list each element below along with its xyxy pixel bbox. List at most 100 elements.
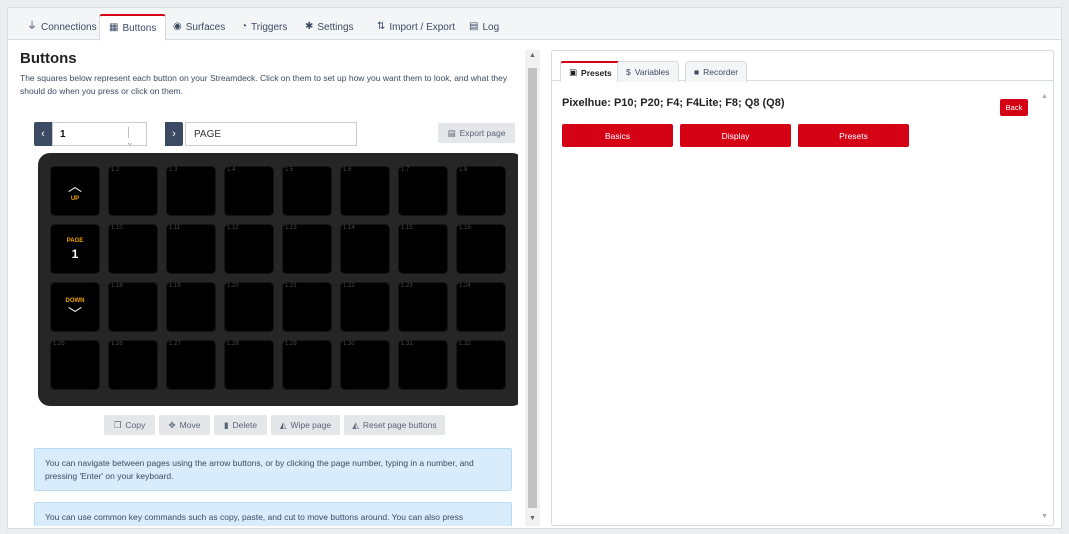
key-button[interactable]: 1.29 <box>282 340 332 390</box>
key-button[interactable]: 1.22 <box>340 282 390 332</box>
dollar-icon: $ <box>626 67 631 77</box>
scroll-down-icon[interactable]: ▼ <box>1041 513 1048 520</box>
app-window: ⏚ Connections ▦ Buttons ◉ Surfaces ◔ Tri… <box>7 7 1062 529</box>
reset-page-label: Reset page buttons <box>362 420 437 430</box>
key-number: 1.28 <box>227 341 239 347</box>
tab-label: Connections <box>41 21 97 33</box>
left-scrollbar[interactable]: ▲ ▼ <box>525 50 540 526</box>
key-button[interactable]: 1.20 <box>224 282 274 332</box>
key-down[interactable]: DOWN ﹀ <box>50 282 100 332</box>
key-button[interactable]: 1.16 <box>456 224 506 274</box>
reset-page-buttons-button[interactable]: ◭ Reset page buttons <box>344 415 445 435</box>
tab-connections[interactable]: ⏚ Connections <box>18 14 106 40</box>
scroll-up-icon[interactable]: ▲ <box>1041 93 1048 100</box>
wipe-page-button[interactable]: ◭ Wipe page <box>271 415 340 435</box>
key-number: 1.2 <box>111 167 120 173</box>
key-button[interactable]: 1.15 <box>398 224 448 274</box>
key-page[interactable]: PAGE 1 <box>50 224 100 274</box>
tab-surfaces[interactable]: ◉ Surfaces <box>164 14 234 40</box>
plug-icon: ⏚ <box>27 21 37 32</box>
key-button[interactable]: 1.30 <box>340 340 390 390</box>
key-button[interactable]: 1.2 <box>108 166 158 216</box>
key-button[interactable]: 1.25 <box>50 340 100 390</box>
chevron-down-icon[interactable]: │ ⌄ <box>126 127 134 148</box>
previous-page-button[interactable]: ‹ <box>34 122 52 146</box>
tab-import-export[interactable]: ⇅ Import / Export <box>368 14 464 40</box>
key-button[interactable]: 1.18 <box>108 282 158 332</box>
chevron-left-icon: ‹ <box>41 128 45 140</box>
video-icon: ■ <box>694 67 700 77</box>
chevron-right-icon: › <box>172 128 176 140</box>
key-button[interactable]: 1.19 <box>166 282 216 332</box>
key-number: 1.5 <box>285 167 294 173</box>
key-up[interactable]: ︿ UP <box>50 166 100 216</box>
tab-buttons[interactable]: ▦ Buttons <box>99 14 167 41</box>
move-button[interactable]: ✥ Move <box>159 415 210 435</box>
key-number: 1.6 <box>343 167 352 173</box>
key-button[interactable]: 1.24 <box>456 282 506 332</box>
key-label: PAGE <box>66 238 84 244</box>
delete-button[interactable]: ▮ Delete <box>214 415 267 435</box>
key-number: 1.20 <box>227 283 239 289</box>
key-button[interactable]: 1.4 <box>224 166 274 216</box>
trash-icon: ▮ <box>223 419 229 430</box>
tab-label: Surfaces <box>185 21 226 33</box>
key-number: 1.10 <box>111 225 123 231</box>
key-button[interactable]: 1.13 <box>282 224 332 274</box>
key-button[interactable]: 1.31 <box>398 340 448 390</box>
key-button[interactable]: 1.10 <box>108 224 158 274</box>
key-number: 1.25 <box>53 341 65 347</box>
category-basics-button[interactable]: Basics <box>562 124 673 147</box>
tab-label: Variables <box>634 67 670 77</box>
tab-label: Presets <box>581 67 612 78</box>
info-key-commands: You can use common key commands such as … <box>34 502 512 526</box>
back-button[interactable]: Back <box>1000 99 1028 116</box>
key-number: 1.32 <box>459 341 471 347</box>
tab-triggers[interactable]: ◔ Triggers <box>232 14 296 40</box>
key-number: 1.24 <box>459 283 471 289</box>
key-button[interactable]: 1.28 <box>224 340 274 390</box>
page-name-input[interactable]: PAGE <box>185 122 357 146</box>
key-number: 1.23 <box>401 283 413 289</box>
key-button[interactable]: 1.7 <box>398 166 448 216</box>
tab-presets[interactable]: ▣ Presets <box>560 61 621 82</box>
tab-log[interactable]: ▤ Log <box>460 14 508 40</box>
key-button[interactable]: 1.23 <box>398 282 448 332</box>
tab-variables[interactable]: $ Variables <box>617 61 679 82</box>
export-page-button[interactable]: ▤ Export page <box>438 123 515 143</box>
key-button[interactable]: 1.21 <box>282 282 332 332</box>
tab-recorder[interactable]: ■ Recorder <box>685 61 748 82</box>
category-display-button[interactable]: Display <box>680 124 791 147</box>
category-presets-button[interactable]: Presets <box>798 124 909 147</box>
key-number: 1.30 <box>343 341 355 347</box>
key-number: 1.13 <box>285 225 297 231</box>
key-button[interactable]: 1.12 <box>224 224 274 274</box>
key-button[interactable]: 1.26 <box>108 340 158 390</box>
key-button[interactable]: 1.8 <box>456 166 506 216</box>
move-arrows-icon: ✥ <box>168 419 176 430</box>
export-page-label: Export page <box>459 128 506 138</box>
key-number: 1.14 <box>343 225 355 231</box>
scroll-up-icon[interactable]: ▲ <box>525 52 540 59</box>
key-button[interactable]: 1.6 <box>340 166 390 216</box>
key-number: 1.3 <box>169 167 178 173</box>
copy-button[interactable]: ❐ Copy <box>104 415 155 435</box>
scrollbar-thumb[interactable] <box>528 68 537 508</box>
tab-settings[interactable]: ✱ Settings <box>296 14 363 40</box>
gear-icon: ✱ <box>305 21 314 32</box>
next-page-button[interactable]: › <box>165 122 183 146</box>
key-button[interactable]: 1.3 <box>166 166 216 216</box>
key-button[interactable]: 1.5 <box>282 166 332 216</box>
tab-label: Buttons <box>122 22 157 34</box>
chevron-down-icon: ﹀ <box>68 306 82 322</box>
key-number: 1.4 <box>227 167 236 173</box>
key-button[interactable]: 1.14 <box>340 224 390 274</box>
info-navigation: You can navigate between pages using the… <box>34 448 512 491</box>
key-button[interactable]: 1.32 <box>456 340 506 390</box>
key-button[interactable]: 1.11 <box>166 224 216 274</box>
file-import-icon: ⇅ <box>377 21 386 32</box>
move-label: Move <box>179 420 201 430</box>
key-number: 1.26 <box>111 341 123 347</box>
key-button[interactable]: 1.27 <box>166 340 216 390</box>
scroll-down-icon[interactable]: ▼ <box>525 515 540 522</box>
